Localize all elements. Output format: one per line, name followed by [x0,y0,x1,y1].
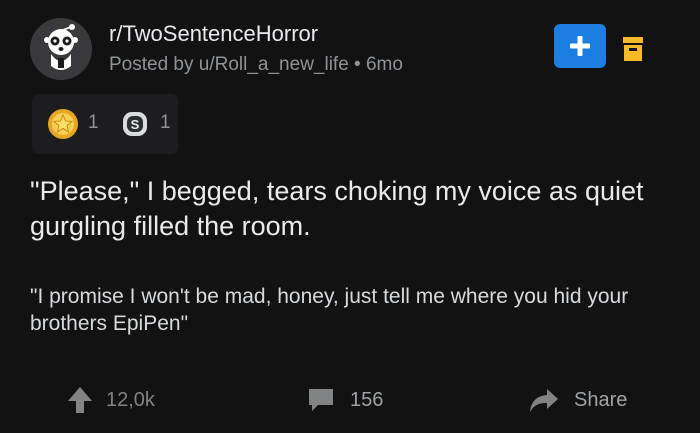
awards-bar[interactable]: 1 S 1 [32,94,178,154]
comment-icon [309,389,333,411]
share-button[interactable]: Share [528,380,627,420]
archive-icon[interactable] [622,34,644,64]
post-title[interactable]: "Please," I begged, tears choking my voi… [30,174,670,244]
subreddit-name[interactable]: r/TwoSentenceHorror [109,21,318,47]
silver-award-icon: S [123,112,147,136]
subreddit-avatar[interactable] [30,18,92,80]
award-count: 1 [88,112,99,133]
upvote-icon [68,387,92,413]
share-icon [530,389,558,412]
award-count: 1 [160,112,171,133]
comment-count: 156 [350,388,384,411]
upvote-count: 12,0k [106,388,155,411]
star-award-icon [48,109,78,139]
post-actions: 12,0k 156 Share [0,380,700,420]
join-button[interactable] [554,24,606,68]
post-meta: Posted by u/Roll_a_new_life • 6mo [109,54,403,75]
comments-button[interactable]: 156 [306,380,383,420]
post-body: "I promise I won't be mad, honey, just t… [30,285,629,335]
plus-icon [570,36,590,56]
share-label: Share [574,388,628,411]
svg-text:S: S [131,117,140,132]
post-header: r/TwoSentenceHorror Posted by u/Roll_a_n… [30,18,670,88]
snoo-icon [30,18,92,80]
upvote-button[interactable]: 12,0k [66,380,155,420]
